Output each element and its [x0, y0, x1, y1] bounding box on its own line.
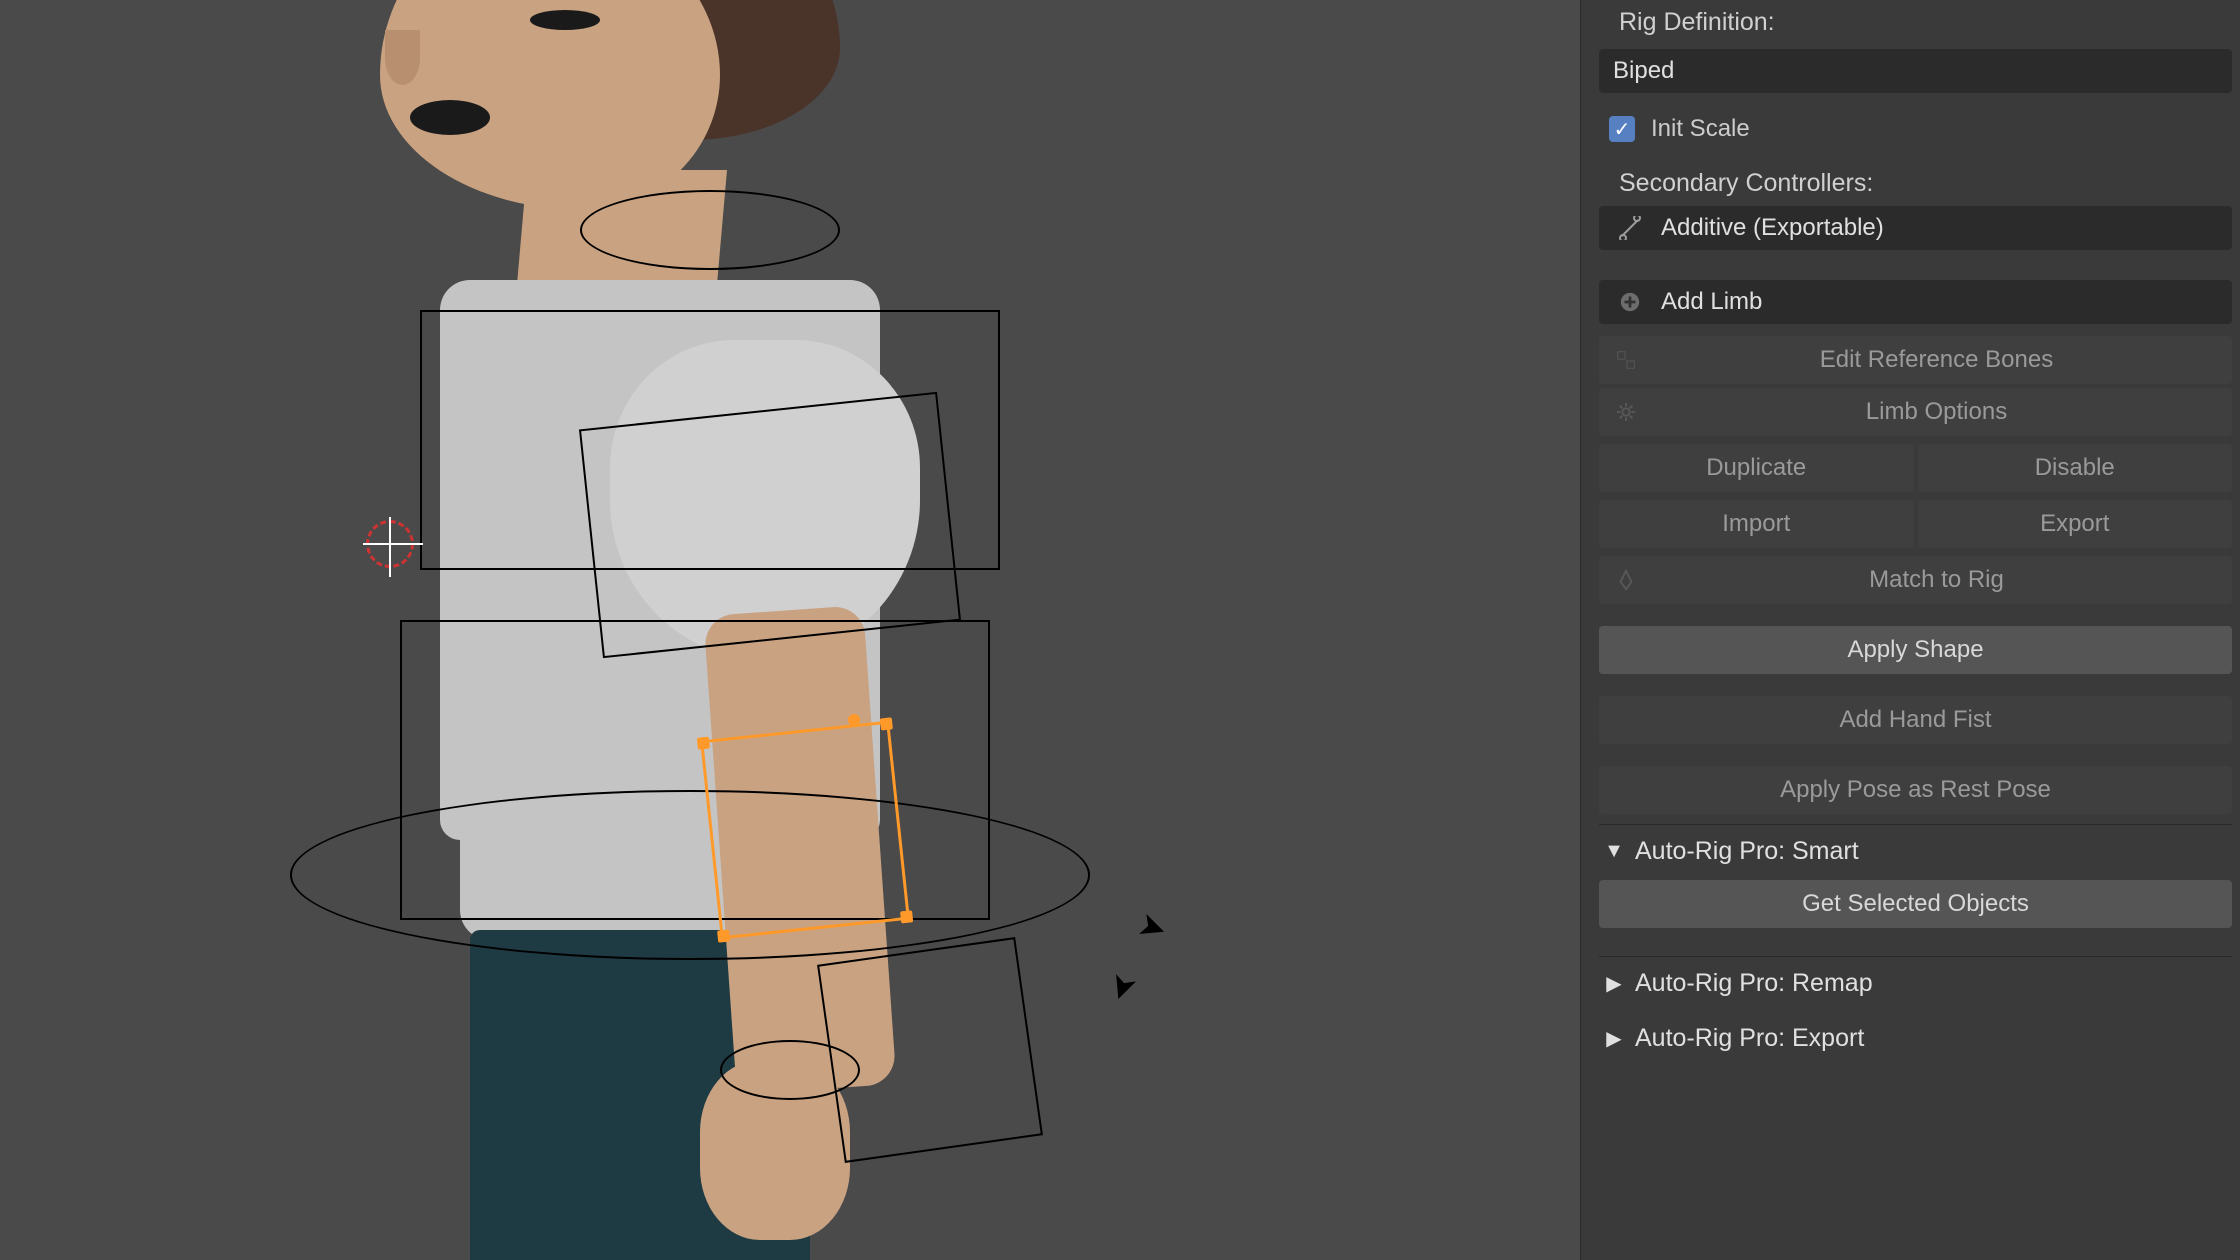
- section-remap-title: Auto-Rig Pro: Remap: [1635, 969, 1873, 998]
- plus-circle-icon: [1613, 291, 1647, 313]
- rig-definition-dropdown[interactable]: Biped: [1599, 49, 2232, 93]
- character-nose: [385, 30, 420, 85]
- import-label: Import: [1722, 510, 1790, 538]
- duplicate-label: Duplicate: [1706, 454, 1806, 482]
- character-eye: [530, 10, 600, 30]
- limb-options-label: Limb Options: [1655, 398, 2218, 426]
- disable-button[interactable]: Disable: [1918, 444, 2233, 492]
- cursor-3d-icon: [366, 520, 414, 568]
- apply-pose-rest-button[interactable]: Apply Pose as Rest Pose: [1599, 766, 2232, 814]
- limb-options-button[interactable]: Limb Options: [1599, 388, 2232, 436]
- bone-box-hand[interactable]: [817, 937, 1043, 1163]
- get-selected-objects-button[interactable]: Get Selected Objects: [1599, 880, 2232, 928]
- rig-definition-label: Rig Definition:: [1599, 0, 2232, 45]
- apply-shape-button[interactable]: Apply Shape: [1599, 626, 2232, 674]
- add-hand-fist-label: Add Hand Fist: [1839, 706, 1991, 734]
- section-smart-title: Auto-Rig Pro: Smart: [1635, 837, 1859, 866]
- disclosure-right-icon: ▶: [1603, 1026, 1625, 1051]
- properties-panel: Rig Definition: Biped ✓ Init Scale Secon…: [1580, 0, 2240, 1260]
- match-to-rig-label: Match to Rig: [1655, 566, 2218, 594]
- import-button[interactable]: Import: [1599, 500, 1914, 548]
- init-scale-checkbox[interactable]: ✓: [1609, 116, 1635, 142]
- bone-handle[interactable]: [880, 717, 893, 730]
- duplicate-button[interactable]: Duplicate: [1599, 444, 1914, 492]
- rig-definition-value: Biped: [1613, 57, 1674, 85]
- add-limb-label: Add Limb: [1661, 288, 1762, 316]
- disclosure-down-icon: ▼: [1603, 840, 1625, 863]
- selected-bone-forearm[interactable]: [700, 721, 910, 940]
- normal-arrow-icon: ➤: [1102, 970, 1143, 1006]
- character-mouth: [410, 100, 490, 135]
- bone-handle[interactable]: [697, 737, 710, 750]
- get-selected-objects-label: Get Selected Objects: [1802, 890, 2029, 918]
- bone-handle[interactable]: [900, 910, 913, 923]
- add-limb-button[interactable]: Add Limb: [1599, 280, 2232, 324]
- disable-label: Disable: [2035, 454, 2115, 482]
- 3d-viewport[interactable]: ➤ ➤: [0, 0, 1580, 1260]
- apply-shape-label: Apply Shape: [1847, 636, 1983, 664]
- edit-reference-bones-label: Edit Reference Bones: [1655, 346, 2218, 374]
- bone-box-shoulder[interactable]: [579, 392, 961, 658]
- export-label: Export: [2040, 510, 2109, 538]
- bone-origin-dot[interactable]: [848, 714, 860, 726]
- bone-ring-neck[interactable]: [580, 190, 840, 270]
- match-to-rig-button[interactable]: Match to Rig: [1599, 556, 2232, 604]
- bone-handle[interactable]: [717, 929, 730, 942]
- section-smart-header[interactable]: ▼ Auto-Rig Pro: Smart: [1599, 824, 2232, 876]
- bone-icon: [1613, 216, 1647, 240]
- secondary-controllers-value: Additive (Exportable): [1661, 214, 1884, 242]
- init-scale-label: Init Scale: [1651, 115, 1750, 143]
- viewport-scene: ➤ ➤: [0, 0, 1580, 1260]
- bone-ring-pelvis[interactable]: [290, 790, 1090, 960]
- apply-pose-rest-label: Apply Pose as Rest Pose: [1780, 776, 2051, 804]
- secondary-controllers-dropdown[interactable]: Additive (Exportable): [1599, 206, 2232, 250]
- export-button[interactable]: Export: [1918, 500, 2233, 548]
- edit-reference-bones-button[interactable]: Edit Reference Bones: [1599, 336, 2232, 384]
- secondary-controllers-label: Secondary Controllers:: [1599, 161, 2232, 202]
- gear-icon: [1609, 401, 1643, 423]
- armature-icon: [1609, 569, 1643, 591]
- add-hand-fist-button[interactable]: Add Hand Fist: [1599, 696, 2232, 744]
- section-export-title: Auto-Rig Pro: Export: [1635, 1024, 1864, 1053]
- section-export-header[interactable]: ▶ Auto-Rig Pro: Export: [1599, 1012, 2232, 1063]
- section-remap-header[interactable]: ▶ Auto-Rig Pro: Remap: [1599, 956, 2232, 1008]
- bone-ring-wrist[interactable]: [720, 1040, 860, 1100]
- normal-arrow-icon: ➤: [1135, 907, 1171, 948]
- edit-bones-icon: [1609, 349, 1643, 371]
- disclosure-right-icon: ▶: [1603, 971, 1625, 996]
